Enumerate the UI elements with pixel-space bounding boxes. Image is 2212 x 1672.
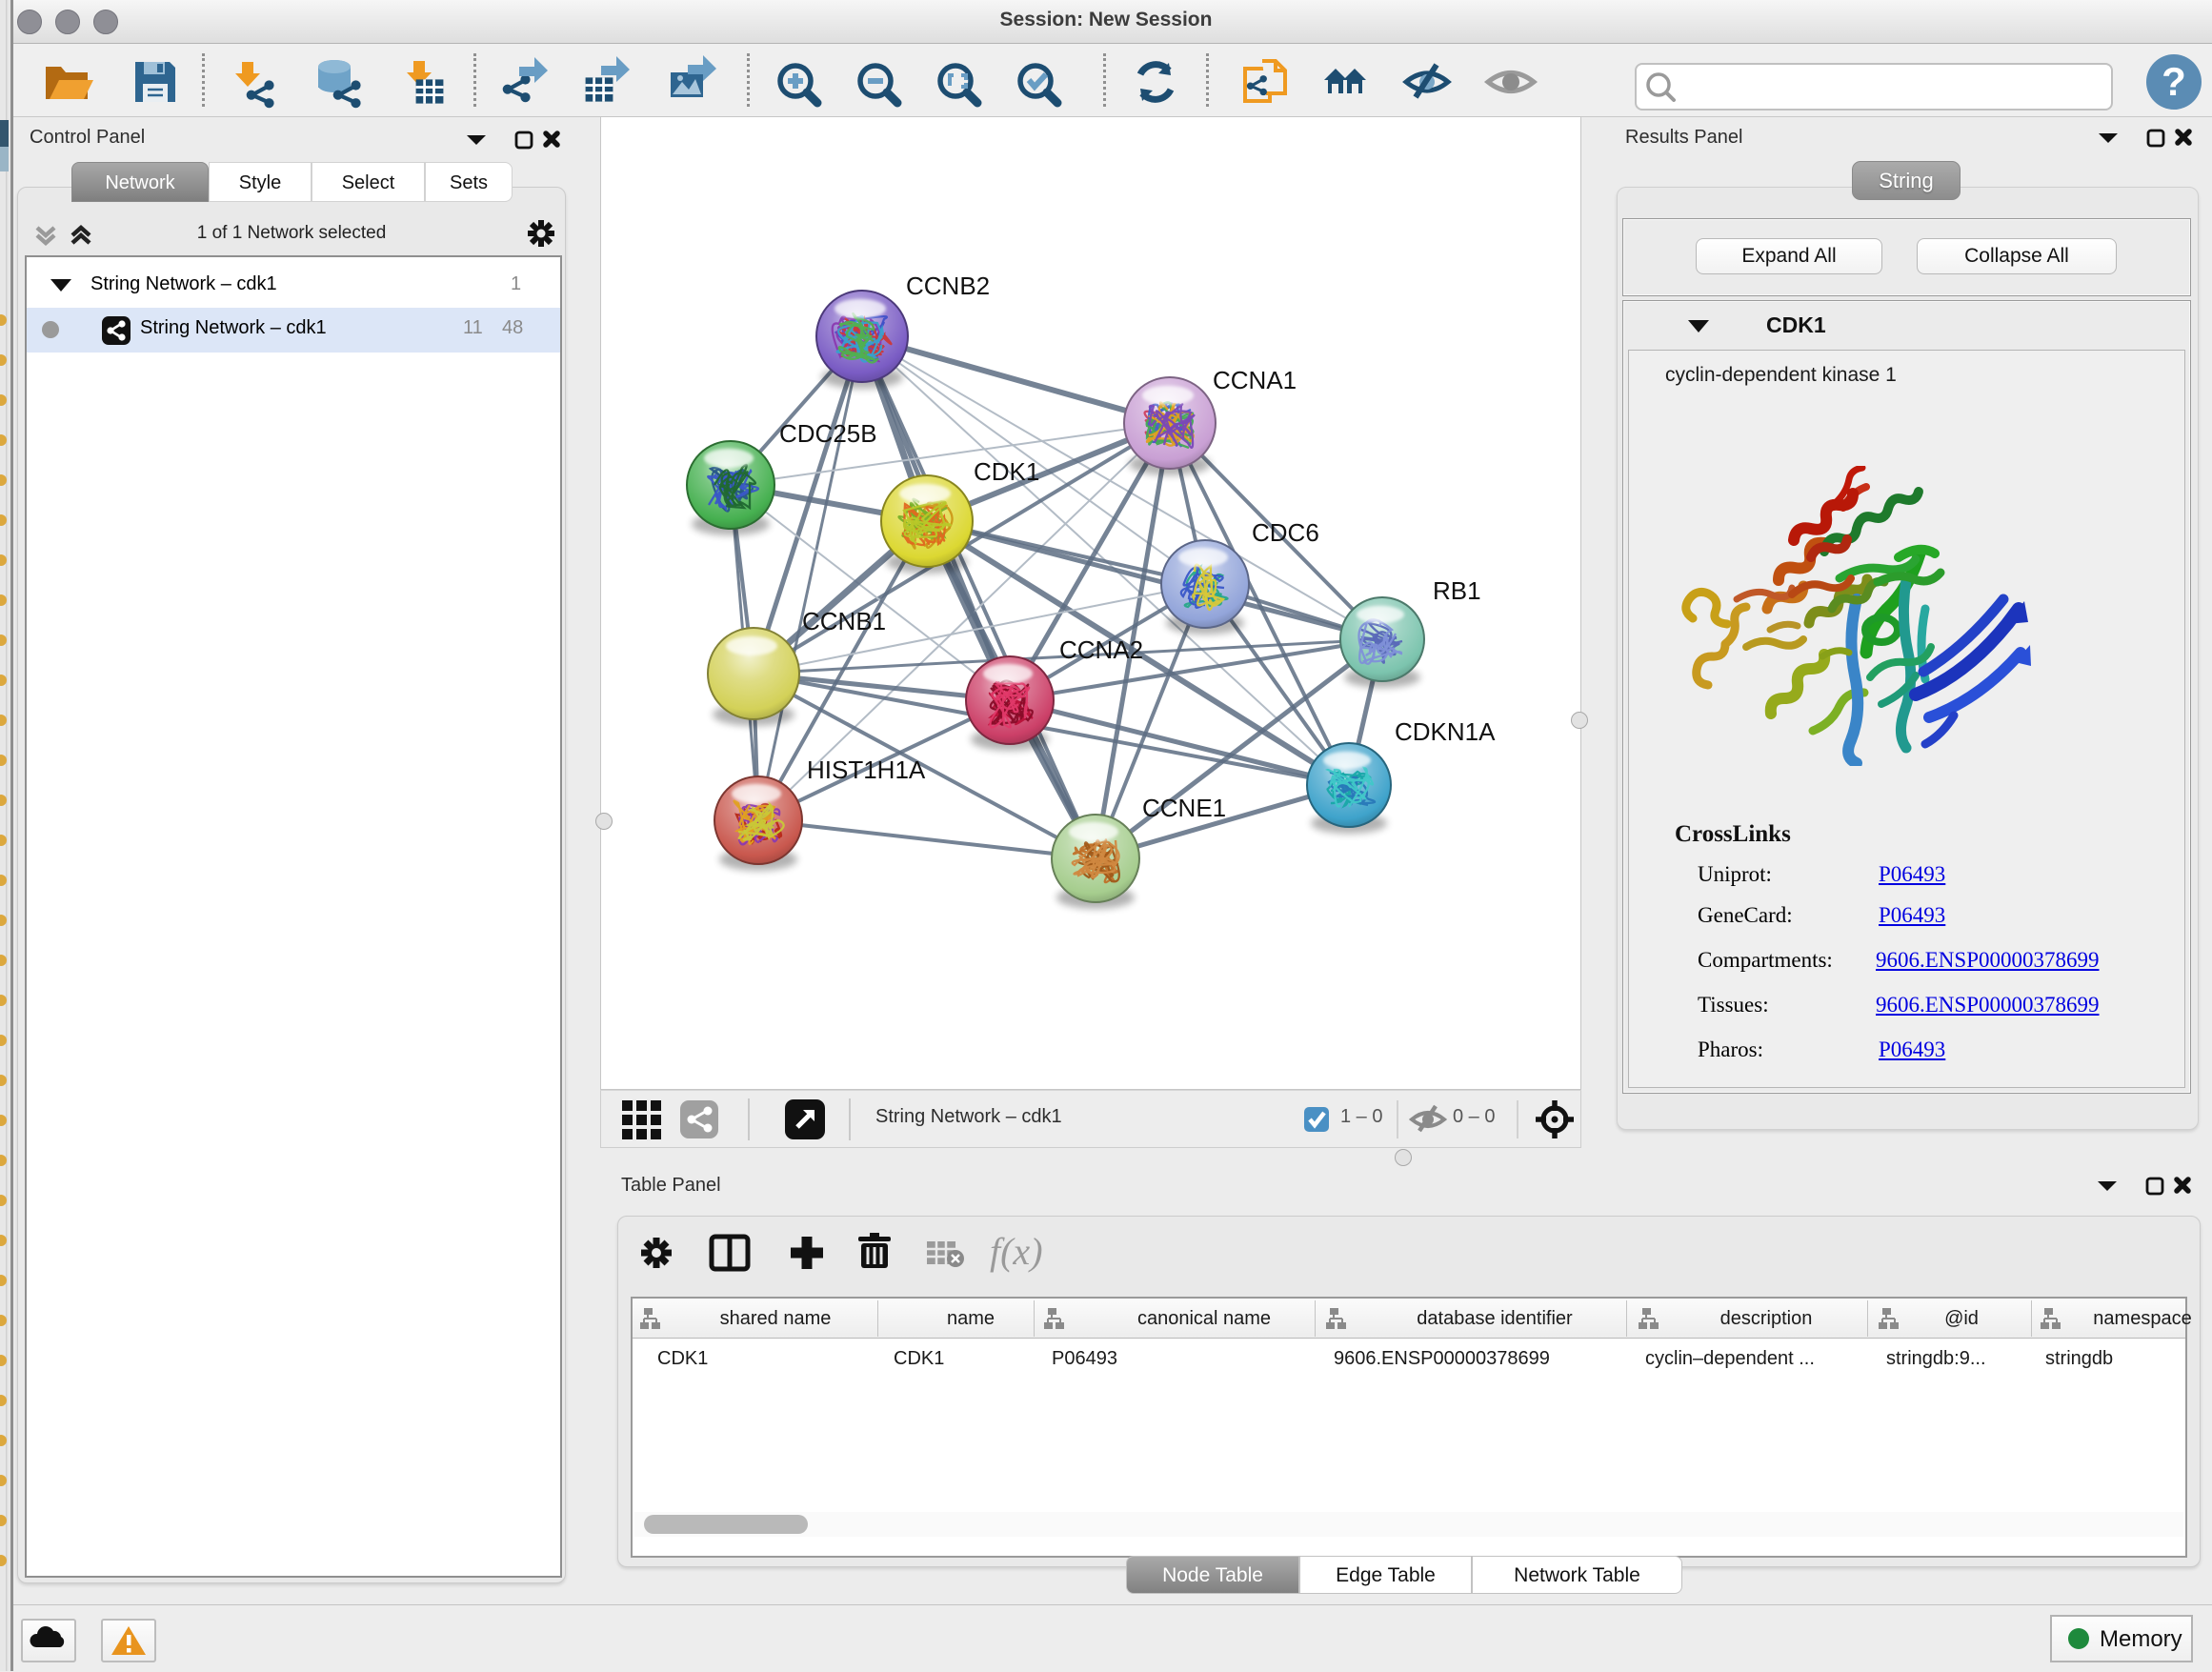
svg-text:CCNB1: CCNB1 (802, 607, 886, 635)
svg-text:f(x): f(x) (990, 1230, 1043, 1273)
svg-text:CDK1: CDK1 (974, 457, 1039, 486)
svg-text:CDC6: CDC6 (1252, 518, 1319, 547)
svg-text:HIST1H1A: HIST1H1A (807, 755, 926, 784)
svg-text:CDC25B: CDC25B (779, 419, 877, 448)
svg-text:CCNA1: CCNA1 (1213, 366, 1297, 394)
svg-text:CDKN1A: CDKN1A (1395, 717, 1496, 746)
svg-text:CCNA2: CCNA2 (1059, 635, 1143, 664)
svg-text:RB1: RB1 (1433, 576, 1481, 605)
svg-text:CCNE1: CCNE1 (1142, 794, 1226, 822)
svg-text:?: ? (2162, 59, 2186, 104)
svg-text:CCNB2: CCNB2 (906, 272, 990, 300)
